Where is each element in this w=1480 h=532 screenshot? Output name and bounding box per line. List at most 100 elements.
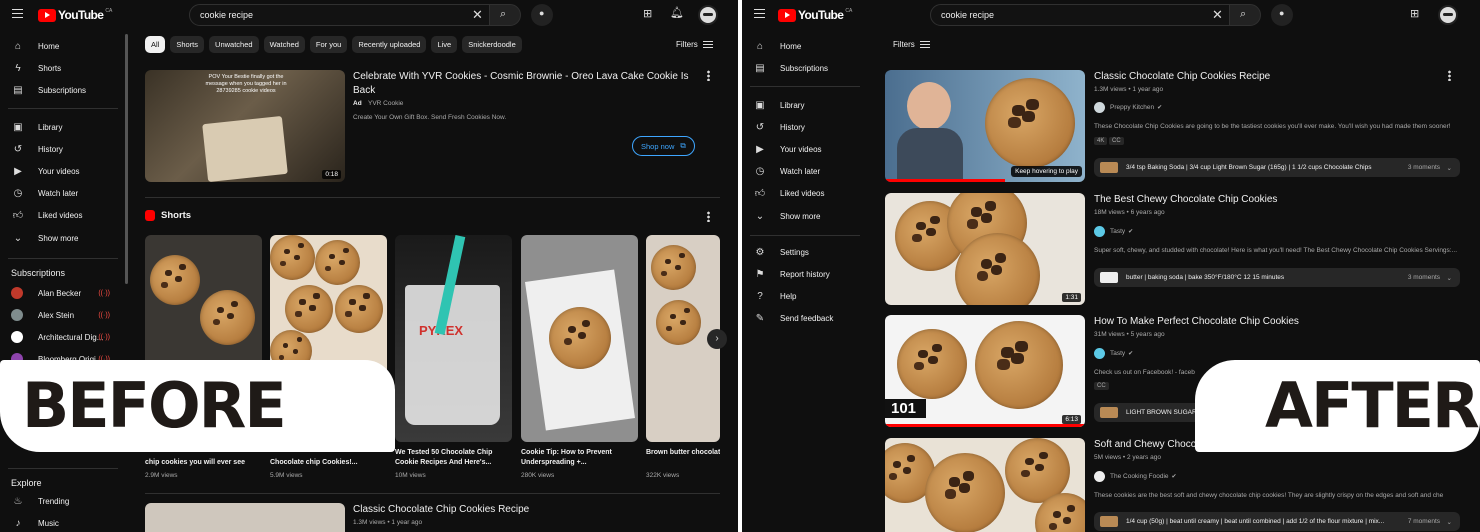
- chip-watched[interactable]: Watched: [263, 36, 305, 53]
- video-title[interactable]: Classic Chocolate Chip Cookies Recipe: [1094, 70, 1270, 84]
- search-button[interactable]: ⌕: [1229, 4, 1261, 26]
- subscription-architectural-digest[interactable]: Architectural Dig... ((·)): [0, 327, 118, 347]
- video-thumbnail[interactable]: [885, 438, 1085, 532]
- sidebar-item-shorts[interactable]: ϟ Shorts: [0, 58, 118, 78]
- video-thumbnail[interactable]: Keep hovering to play: [885, 70, 1085, 182]
- chip-shorts[interactable]: Shorts: [170, 36, 205, 53]
- more-options-icon[interactable]: [1448, 70, 1451, 81]
- filters-button[interactable]: Filters: [676, 40, 713, 49]
- ad-channel[interactable]: YVR Cookie: [368, 100, 403, 107]
- video-title[interactable]: How To Make Perfect Chocolate Chip Cooki…: [1094, 315, 1299, 329]
- video-title[interactable]: Classic Chocolate Chip Cookies Recipe: [353, 503, 529, 517]
- clear-search-icon[interactable]: ✕: [472, 8, 483, 21]
- sidebar-scrollbar[interactable]: [125, 34, 128, 284]
- video-thumbnail[interactable]: 101 6:13: [885, 315, 1085, 427]
- key-moments-bar[interactable]: 3/4 tsp Baking Soda | 3/4 cup Light Brow…: [1094, 158, 1460, 177]
- sidebar-item-subscriptions[interactable]: ▤ Subscriptions: [0, 80, 118, 100]
- cookie-image: [955, 233, 1040, 305]
- search-input[interactable]: cookie recipe: [189, 4, 493, 26]
- short-thumbnail[interactable]: PYREX: [395, 235, 512, 442]
- short-title[interactable]: chip cookies you will ever see: [145, 458, 262, 468]
- key-moments-bar[interactable]: 1/4 cup (50g) | beat until creamy | beat…: [1094, 512, 1460, 531]
- short-thumbnail[interactable]: [521, 235, 638, 442]
- sidebar-item-show-more[interactable]: ⌄ Show more: [0, 228, 118, 248]
- subscription-alex-stein[interactable]: Alex Stein ((·)): [0, 305, 118, 325]
- short-title[interactable]: Chocolate chip Cookies!...: [270, 458, 387, 468]
- sidebar-item-home[interactable]: ⌂ Home: [742, 36, 860, 56]
- sidebar-item-liked-videos[interactable]: 👍︎ Liked videos: [742, 183, 860, 203]
- shorts-heading: Shorts: [145, 210, 191, 221]
- video-thumbnail[interactable]: [145, 503, 345, 532]
- ad-thumbnail[interactable]: POV Your Bestie finally got the message …: [145, 70, 345, 182]
- sidebar-item-home[interactable]: ⌂ Home: [0, 36, 118, 56]
- chip-for-you[interactable]: For you: [309, 36, 348, 53]
- sidebar-item-library[interactable]: ▣ Library: [0, 117, 118, 137]
- cookie-image: [549, 307, 611, 369]
- chip-snickerdoodle[interactable]: Snickerdoodle: [462, 36, 522, 53]
- notifications-icon[interactable]: 🔔︎: [670, 8, 684, 19]
- create-video-icon[interactable]: ⊞: [1410, 9, 1419, 20]
- gear-icon: ⚙: [755, 246, 765, 258]
- sidebar-item-your-videos[interactable]: ▶ Your videos: [0, 161, 118, 181]
- sidebar-item-report-history[interactable]: ⚑ Report history: [742, 264, 860, 284]
- create-video-icon[interactable]: ⊞: [643, 9, 652, 20]
- chip-live[interactable]: Live: [431, 36, 458, 53]
- hamburger-menu-icon[interactable]: [754, 9, 765, 18]
- video-meta: 1.3M views • 1 year ago: [353, 519, 423, 526]
- sidebar-item-your-videos[interactable]: ▶ Your videos: [742, 139, 860, 159]
- logo-region: CA: [105, 8, 113, 14]
- sidebar-item-send-feedback[interactable]: ✎ Send feedback: [742, 308, 860, 328]
- video-title[interactable]: The Best Chewy Chocolate Chip Cookies: [1094, 193, 1277, 207]
- sidebar-item-subscriptions[interactable]: ▤ Subscriptions: [742, 58, 860, 78]
- subscription-alan-becker[interactable]: Alan Becker ((·)): [0, 283, 118, 303]
- search-input[interactable]: cookie recipe: [930, 4, 1234, 26]
- chip-recently-uploaded[interactable]: Recently uploaded: [352, 36, 427, 53]
- short-title[interactable]: Cookie Tip: How to Prevent Underspreadin…: [521, 448, 638, 468]
- sidebar-item-library[interactable]: ▣ Library: [742, 95, 860, 115]
- video-thumbnail[interactable]: 1:31: [885, 193, 1085, 305]
- badge-4k: 4K: [1094, 137, 1108, 145]
- voice-search-button[interactable]: ●: [1271, 4, 1293, 26]
- sidebar-item-history[interactable]: ↺ History: [0, 139, 118, 159]
- sidebar-item-settings[interactable]: ⚙ Settings: [742, 242, 860, 262]
- sidebar-item-trending[interactable]: ♨ Trending: [0, 491, 118, 511]
- youtube-logo[interactable]: YouTube CA: [778, 8, 852, 22]
- channel-link[interactable]: Preppy Kitchen ✔: [1094, 102, 1162, 113]
- sidebar-item-show-more[interactable]: ⌄ Show more: [742, 206, 860, 226]
- sidebar-item-help[interactable]: ? Help: [742, 286, 860, 306]
- search-button[interactable]: ⌕: [489, 4, 521, 26]
- more-options-icon[interactable]: [707, 211, 710, 222]
- clear-search-icon[interactable]: ✕: [1212, 8, 1223, 21]
- video-meta: 5M views • 2 years ago: [1094, 454, 1161, 461]
- sidebar-item-history[interactable]: ↺ History: [742, 117, 860, 137]
- short-title[interactable]: We Tested 50 Chocolate Chip Cookie Recip…: [395, 448, 512, 468]
- hamburger-menu-icon[interactable]: [12, 9, 23, 18]
- channel-link[interactable]: Tasty ✔: [1094, 348, 1133, 359]
- sidebar-item-watch-later[interactable]: ◷ Watch later: [0, 183, 118, 203]
- shop-now-button[interactable]: Shop now ⧉: [632, 136, 695, 156]
- youtube-logo[interactable]: YouTube CA: [38, 8, 112, 22]
- more-options-icon[interactable]: [707, 70, 710, 81]
- short-title[interactable]: Brown butter chocolate cookies the best …: [646, 448, 720, 468]
- avatar[interactable]: [1438, 5, 1458, 25]
- channel-link[interactable]: Tasty ✔: [1094, 226, 1133, 237]
- filters-button[interactable]: Filters: [893, 40, 930, 49]
- watch-later-icon: ◷: [755, 165, 765, 177]
- avatar[interactable]: [698, 5, 718, 25]
- chip-unwatched[interactable]: Unwatched: [209, 36, 259, 53]
- voice-search-button[interactable]: ●: [531, 4, 553, 26]
- channel-link[interactable]: The Cooking Foodie ✔: [1094, 471, 1177, 482]
- short-views: 2.9M views: [145, 472, 178, 479]
- key-moment-thumb: [1100, 516, 1118, 527]
- next-arrow-button[interactable]: ›: [707, 329, 727, 349]
- sidebar-item-music[interactable]: ♪ Music: [0, 513, 118, 532]
- sidebar-item-label: Your videos: [780, 144, 822, 154]
- sidebar-item-watch-later[interactable]: ◷ Watch later: [742, 161, 860, 181]
- chip-all[interactable]: All: [145, 36, 166, 53]
- live-indicator-icon: ((·)): [98, 333, 110, 341]
- badge-cc: CC: [1094, 382, 1109, 390]
- ad-title[interactable]: Celebrate With YVR Cookies - Cosmic Brow…: [353, 70, 693, 98]
- sidebar-item-liked-videos[interactable]: 👍︎ Liked videos: [0, 205, 118, 225]
- key-moments-bar[interactable]: butter | baking soda | bake 350°F/180°C …: [1094, 268, 1460, 287]
- help-icon: ?: [757, 290, 763, 302]
